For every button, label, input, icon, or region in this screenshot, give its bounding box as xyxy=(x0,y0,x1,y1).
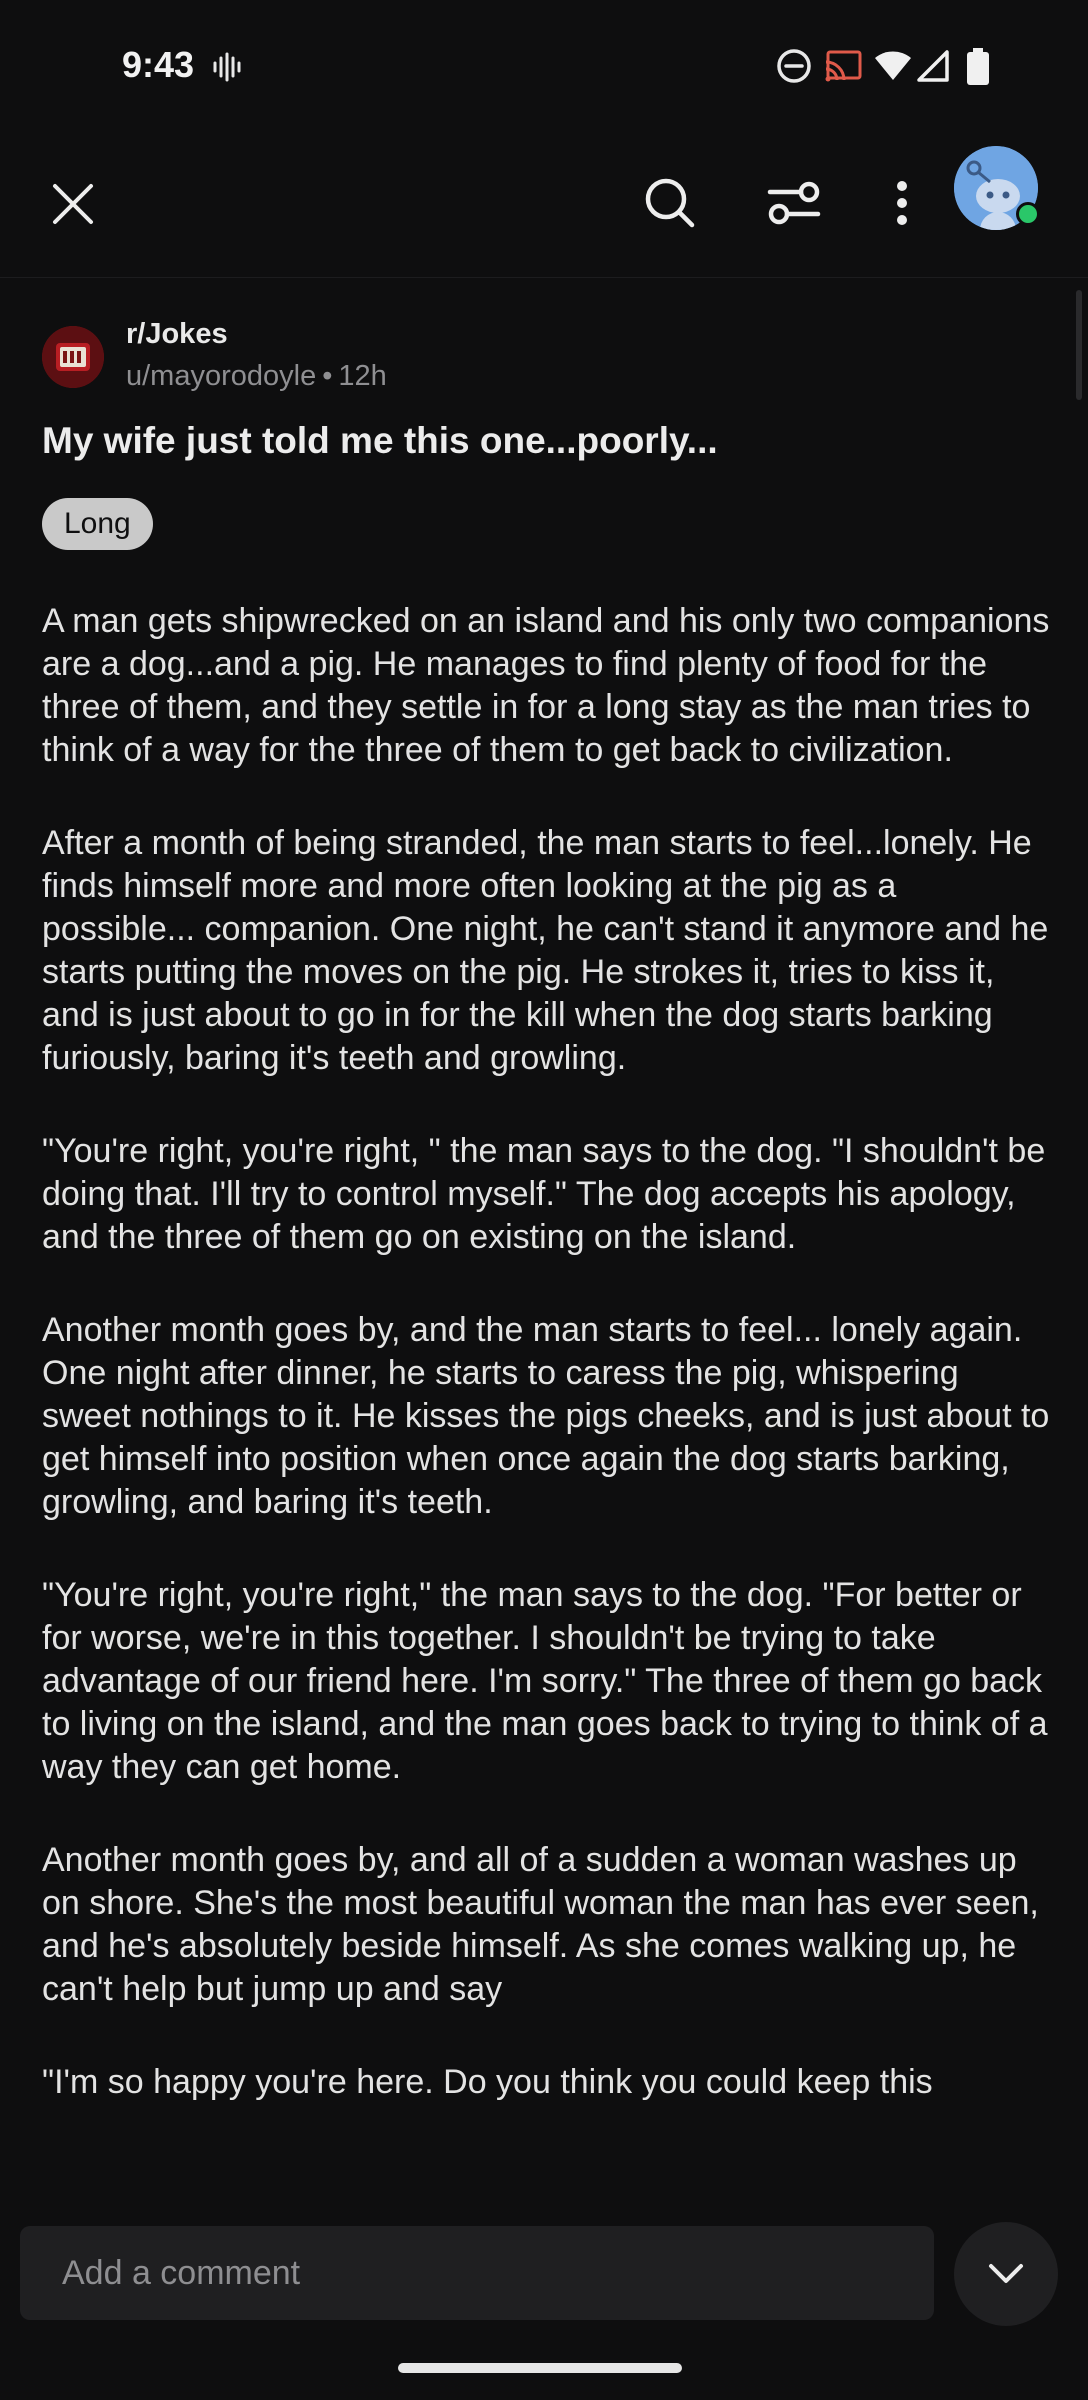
subreddit-name[interactable]: r/Jokes xyxy=(126,318,228,351)
post-author[interactable]: u/mayorodoyle xyxy=(126,360,316,392)
filter-icon xyxy=(767,181,821,225)
sort-filter-button[interactable] xyxy=(756,165,832,241)
more-vert-icon xyxy=(897,181,907,225)
subreddit-icon[interactable] xyxy=(42,326,104,388)
post-age: 12h xyxy=(338,360,387,392)
scrollbar[interactable] xyxy=(1076,290,1082,400)
post-paragraph: "You're right, you're right, " the man s… xyxy=(42,1132,1046,1256)
close-button[interactable] xyxy=(38,169,108,239)
close-icon xyxy=(53,184,93,224)
comment-bar: Add a comment xyxy=(0,2200,1088,2330)
user-avatar-button[interactable] xyxy=(954,146,1040,230)
add-comment-input[interactable]: Add a comment xyxy=(20,2226,934,2320)
battery-icon xyxy=(966,48,990,88)
cast-icon xyxy=(824,48,864,88)
search-button[interactable] xyxy=(632,165,708,241)
status-time: 9:43 xyxy=(122,44,195,85)
home-indicator[interactable] xyxy=(398,2363,682,2373)
jump-down-button[interactable] xyxy=(954,2222,1058,2326)
more-options-button[interactable] xyxy=(872,165,932,241)
post-paragraph: After a month of being stranded, the man… xyxy=(42,824,1049,1077)
vibrate-icon xyxy=(212,52,242,87)
post-body: A man gets shipwrecked on an island and … xyxy=(42,600,1052,2200)
do-not-disturb-icon xyxy=(776,48,812,88)
post-paragraph: "You're right, you're right," the man sa… xyxy=(42,1576,1048,1786)
online-status-dot xyxy=(1016,202,1040,226)
wifi-icon xyxy=(874,48,912,88)
post-paragraph: A man gets shipwrecked on an island and … xyxy=(42,602,1050,769)
status-bar: 9:43 xyxy=(0,0,1088,135)
post-paragraph: Another month goes by, and the man start… xyxy=(42,1311,1050,1521)
app-bar xyxy=(0,135,1088,278)
post-meta: u/mayorodoyle • 12h xyxy=(126,360,387,393)
signal-icon xyxy=(916,48,950,88)
chevron-down-icon xyxy=(989,2264,1023,2283)
post-paragraph: "I'm so happy you're here. Do you think … xyxy=(42,2063,933,2101)
post-flair[interactable]: Long xyxy=(42,498,153,550)
post-paragraph: Another month goes by, and all of a sudd… xyxy=(42,1841,1039,2008)
post-title: My wife just told me this one...poorly..… xyxy=(42,420,718,461)
post-header: r/Jokes u/mayorodoyle • 12h xyxy=(42,318,942,398)
meta-separator: • xyxy=(322,360,333,392)
search-icon xyxy=(645,178,695,228)
